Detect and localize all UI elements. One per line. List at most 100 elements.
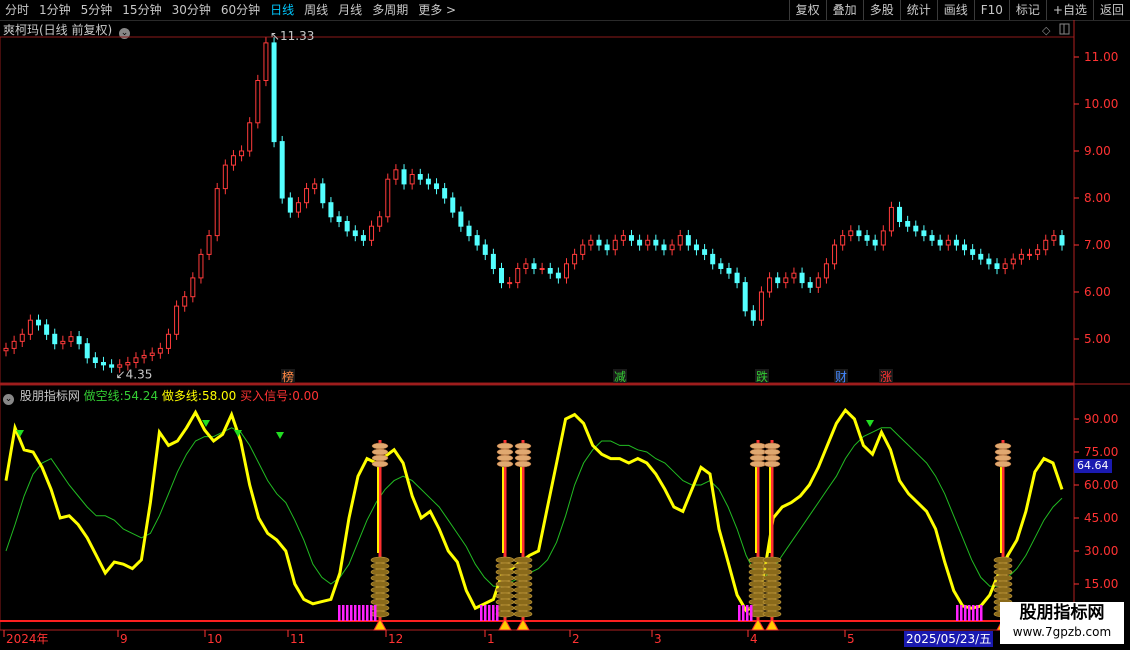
candle-body [620, 235, 626, 241]
buy-signal-head [763, 460, 781, 468]
time-tick-label: 2 [572, 632, 580, 646]
price-tick-label: 6.00 [1084, 285, 1111, 299]
buy-signal-coin [762, 580, 782, 588]
time-tick-label: 2024年 [6, 632, 49, 646]
candle-body [377, 216, 383, 227]
magenta-bar [488, 605, 491, 621]
buy-signal-coin [513, 592, 533, 600]
magenta-bar [492, 605, 495, 621]
buy-signal-coin [513, 556, 533, 564]
buy-signal-head [763, 442, 781, 450]
candle-body [986, 258, 992, 265]
event-tag[interactable]: 涨 [880, 369, 892, 384]
price-tick-label: 5.00 [1084, 332, 1111, 346]
current-value-box: 64.64 [1074, 459, 1112, 473]
buy-signal-coin [370, 580, 390, 588]
candle-body [149, 352, 155, 356]
candle-body [68, 336, 74, 342]
magenta-bar [354, 605, 357, 621]
buy-signal-coin [762, 604, 782, 612]
buy-signal-head [496, 454, 514, 462]
candle-body [474, 235, 480, 246]
candle-body [669, 244, 675, 251]
date-box: 2025/05/23/五 [904, 631, 994, 647]
buy-signal-coin [513, 574, 533, 582]
ind-tick-label: 60.00 [1084, 478, 1118, 492]
magenta-bar [484, 605, 487, 621]
candle-body [222, 164, 228, 190]
candle-body [482, 244, 488, 255]
buy-signal-coin [495, 586, 515, 594]
event-tag[interactable]: 财 [835, 370, 847, 384]
buy-signal-head [371, 460, 389, 468]
candle-body [11, 340, 17, 349]
buy-signal-coin [495, 562, 515, 570]
magenta-bar [370, 605, 373, 621]
candle-body [157, 347, 163, 354]
candle-body [35, 319, 41, 326]
candle-body [214, 188, 220, 237]
price-tick-label: 8.00 [1084, 191, 1111, 205]
buy-signal-coin [993, 586, 1013, 594]
candle-body [182, 296, 188, 307]
buy-signal-coin [993, 556, 1013, 564]
candle-body [897, 206, 903, 222]
time-tick-label: 9 [120, 632, 128, 646]
price-tick-label: 9.00 [1084, 144, 1111, 158]
buy-signal-coin [993, 562, 1013, 570]
watermark-url: www.7gpzb.com [1012, 625, 1112, 639]
ind-tick-label: 15.00 [1084, 577, 1118, 591]
buy-signal-coin [495, 556, 515, 564]
price-tick-label: 11.00 [1084, 50, 1118, 64]
candle-body [807, 282, 813, 288]
candle-body [3, 347, 9, 352]
diamond-icon[interactable]: ◇ [1042, 24, 1051, 37]
buy-signal-coin [513, 562, 533, 570]
event-tag[interactable]: 榜 [282, 369, 294, 384]
event-tag[interactable]: 减 [614, 370, 626, 384]
magenta-bar [350, 605, 353, 621]
candle-body [499, 268, 505, 284]
candle-body [369, 225, 375, 241]
buy-signal-coin [762, 610, 782, 618]
candle-body [970, 249, 976, 255]
candle-body [913, 225, 919, 232]
buy-signal-coin [993, 592, 1013, 600]
magenta-bar [738, 605, 741, 621]
candle-body [572, 253, 578, 265]
chart-canvas[interactable]: ◇ 11.00 10.00 9.00 8.00 7.00 6.00 5.00 90.00 75… [0, 0, 1130, 650]
magenta-bar [496, 605, 499, 621]
candle-body [945, 239, 951, 246]
candle-body [304, 188, 310, 204]
buy-signal-head [763, 448, 781, 456]
magenta-bar [338, 605, 341, 621]
buy-signal-coin [370, 586, 390, 594]
magenta-bar [358, 605, 361, 621]
time-tick-label: 1 [487, 632, 495, 646]
candle-body [523, 263, 529, 269]
price-tick-label: 10.00 [1084, 97, 1118, 111]
candle-body [44, 324, 50, 335]
buy-signal-glow [520, 458, 522, 553]
sell-arrow-icon [866, 420, 874, 427]
candle-body [742, 282, 748, 312]
candle-body [531, 263, 537, 269]
candle-body [133, 357, 139, 363]
candle-body [1043, 239, 1049, 251]
candle-body [1059, 235, 1065, 246]
candle-body [255, 80, 261, 124]
buy-signal-head [994, 442, 1012, 450]
candle-body [141, 354, 147, 359]
candle-body [734, 272, 740, 284]
candle-body [295, 202, 301, 213]
buy-signal-coin [370, 598, 390, 606]
candle-body [783, 277, 789, 284]
buy-signal-coin [762, 562, 782, 570]
buy-signal-head [749, 442, 767, 450]
magenta-bar [742, 605, 745, 621]
candle-body [539, 268, 545, 270]
buy-signal-coin [513, 586, 533, 594]
candle-body [1051, 235, 1057, 241]
event-tag[interactable]: 跌 [756, 369, 768, 384]
buy-signal-coin [495, 580, 515, 588]
